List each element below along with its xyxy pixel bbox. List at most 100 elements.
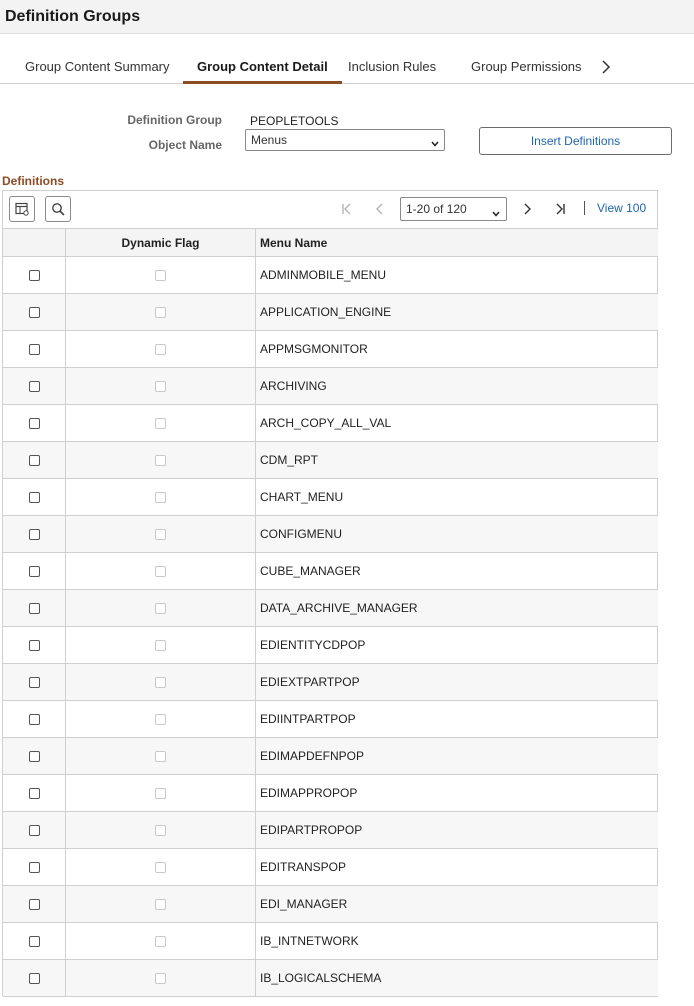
chevron-right-icon[interactable] (598, 58, 614, 76)
search-icon[interactable] (45, 196, 71, 222)
row-select-cell (3, 922, 66, 960)
menu-name-cell: EDIMAPPROPOP (255, 774, 658, 812)
tab-group-content-summary[interactable]: Group Content Summary (25, 50, 170, 83)
menu-name-cell: ADMINMOBILE_MENU (255, 256, 658, 294)
row-select-checkbox[interactable] (28, 492, 40, 504)
row-select-cell (3, 848, 66, 886)
object-name-value: Menus (251, 133, 288, 147)
row-select-checkbox[interactable] (28, 714, 40, 726)
tab-inclusion-rules[interactable]: Inclusion Rules (348, 50, 436, 83)
tab-group-permissions[interactable]: Group Permissions (471, 50, 582, 83)
row-select-checkbox[interactable] (28, 825, 40, 837)
row-select-cell (3, 552, 66, 590)
dynamic-flag-checkbox (155, 899, 166, 911)
row-select-checkbox[interactable] (28, 418, 40, 430)
dynamic-flag-checkbox (155, 973, 166, 985)
row-select-checkbox[interactable] (28, 270, 40, 282)
dynamic-flag-column-header[interactable]: Dynamic Flag (65, 228, 256, 257)
dynamic-flag-checkbox (155, 751, 166, 763)
dynamic-flag-checkbox (155, 492, 166, 504)
table-row: IB_INTNETWORK (3, 922, 658, 960)
grid-settings-icon[interactable] (9, 196, 35, 222)
dynamic-flag-checkbox (155, 862, 166, 874)
table-row: APPLICATION_ENGINE (3, 293, 658, 331)
row-select-cell (3, 367, 66, 405)
row-select-checkbox[interactable] (28, 455, 40, 467)
row-select-cell (3, 737, 66, 775)
dynamic-flag-cell (65, 367, 256, 405)
table-row: ARCHIVING (3, 367, 658, 405)
dynamic-flag-cell (65, 478, 256, 516)
prev-page-icon[interactable] (372, 200, 388, 218)
row-select-checkbox[interactable] (28, 677, 40, 689)
dynamic-flag-cell (65, 293, 256, 331)
dynamic-flag-checkbox (155, 455, 166, 467)
object-name-label: Object Name (148, 138, 222, 152)
pager-divider (584, 201, 585, 215)
row-select-checkbox[interactable] (28, 566, 40, 578)
table-row: EDIMAPDEFNPOP (3, 737, 658, 775)
dynamic-flag-cell (65, 330, 256, 368)
table-header-row: Dynamic Flag Menu Name (3, 228, 658, 257)
table-row: CHART_MENU (3, 478, 658, 516)
table-row: CONFIGMENU (3, 515, 658, 553)
menu-name-cell: EDITRANSPOP (255, 848, 658, 886)
page-range-select[interactable]: 1-20 of 120 (400, 197, 507, 221)
table-row: ADMINMOBILE_MENU (3, 256, 658, 294)
menu-name-cell: EDIEXTPARTPOP (255, 663, 658, 701)
row-select-checkbox[interactable] (28, 751, 40, 763)
table-row: DATA_ARCHIVE_MANAGER (3, 589, 658, 627)
row-select-cell (3, 589, 66, 627)
table-row: EDIPARTPROPOP (3, 811, 658, 849)
dynamic-flag-cell (65, 774, 256, 812)
row-select-checkbox[interactable] (28, 640, 40, 652)
dynamic-flag-checkbox (155, 307, 166, 319)
row-select-checkbox[interactable] (28, 936, 40, 948)
dynamic-flag-checkbox (155, 270, 166, 282)
row-select-checkbox[interactable] (28, 973, 40, 985)
dynamic-flag-cell (65, 256, 256, 294)
table-row: APPMSGMONITOR (3, 330, 658, 368)
menu-name-cell: CHART_MENU (255, 478, 658, 516)
definition-group-label: Definition Group (127, 113, 222, 127)
dynamic-flag-cell (65, 589, 256, 627)
view-all-link[interactable]: View 100 (597, 201, 646, 215)
menu-name-cell: DATA_ARCHIVE_MANAGER (255, 589, 658, 627)
row-select-checkbox[interactable] (28, 788, 40, 800)
menu-name-cell: EDIPARTPROPOP (255, 811, 658, 849)
dynamic-flag-checkbox (155, 825, 166, 837)
row-select-checkbox[interactable] (28, 529, 40, 541)
dynamic-flag-checkbox (155, 566, 166, 578)
row-select-checkbox[interactable] (28, 344, 40, 356)
menu-name-cell: APPLICATION_ENGINE (255, 293, 658, 331)
menu-name-column-header[interactable]: Menu Name (255, 228, 658, 257)
insert-definitions-button[interactable]: Insert Definitions (479, 127, 672, 155)
row-select-checkbox[interactable] (28, 307, 40, 319)
object-name-select[interactable]: Menus (245, 129, 445, 151)
row-select-checkbox[interactable] (28, 603, 40, 615)
menu-name-cell: ARCH_COPY_ALL_VAL (255, 404, 658, 442)
row-select-cell (3, 441, 66, 479)
row-select-cell (3, 700, 66, 738)
first-page-icon[interactable] (339, 200, 355, 218)
row-select-checkbox[interactable] (28, 381, 40, 393)
next-page-icon[interactable] (519, 200, 535, 218)
row-select-cell (3, 515, 66, 553)
row-select-checkbox[interactable] (28, 899, 40, 911)
tab-bar: Group Content Summary Group Content Deta… (0, 50, 694, 84)
table-row: EDIENTITYCDPOP (3, 626, 658, 664)
row-select-cell (3, 478, 66, 516)
tab-group-content-detail[interactable]: Group Content Detail (183, 50, 342, 84)
menu-name-cell: CUBE_MANAGER (255, 552, 658, 590)
row-select-checkbox[interactable] (28, 862, 40, 874)
last-page-icon[interactable] (552, 200, 568, 218)
table-row: EDITRANSPOP (3, 848, 658, 886)
definitions-grid: 1-20 of 120 View 100 Dynamic Flag Menu N… (2, 190, 658, 997)
chevron-down-icon (430, 135, 440, 147)
table-row: CUBE_MANAGER (3, 552, 658, 590)
dynamic-flag-cell (65, 700, 256, 738)
table-row: ARCH_COPY_ALL_VAL (3, 404, 658, 442)
menu-name-cell: EDIINTPARTPOP (255, 700, 658, 738)
page-title: Definition Groups (5, 7, 141, 25)
definition-group-value: PEOPLETOOLS (250, 114, 339, 128)
